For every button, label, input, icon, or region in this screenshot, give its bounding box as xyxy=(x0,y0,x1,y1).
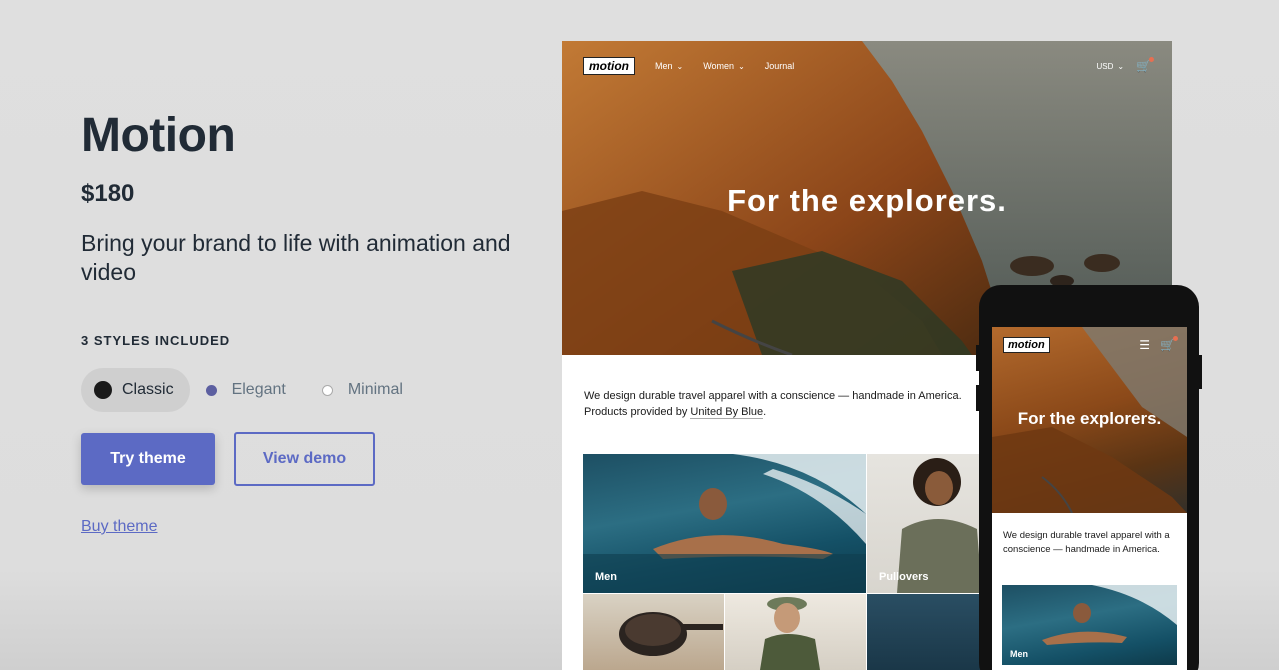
cart-icon[interactable]: 🛒 xyxy=(1136,57,1154,73)
nav-right: USD ⌄ 🛒 xyxy=(1096,57,1154,73)
nav-women-label: Women xyxy=(703,61,735,71)
collection-tile-pullovers[interactable]: Pullovers xyxy=(867,454,987,593)
phone-side-button xyxy=(976,385,979,411)
buy-theme-link[interactable]: Buy theme xyxy=(81,518,157,536)
phone-side-button xyxy=(976,345,979,371)
currency-selector[interactable]: USD ⌄ xyxy=(1096,62,1124,71)
collection-tile-backpacks[interactable] xyxy=(725,594,866,670)
preview-navbar: motion Men ⌄ Women ⌄ Journal USD ⌄ 🛒 xyxy=(583,57,1154,75)
chevron-down-icon: ⌄ xyxy=(1117,61,1125,71)
chevron-down-icon: ⌄ xyxy=(738,61,745,71)
intro-line-2-prefix: Products provided by xyxy=(584,406,691,418)
style-option-elegant[interactable]: Elegant xyxy=(190,368,302,412)
mobile-preview: motion ☰ 🛒 For the explorers. We design … xyxy=(976,285,1202,670)
style-label-elegant: Elegant xyxy=(231,381,286,398)
nav-men-label: Men xyxy=(655,61,673,71)
mobile-tile-men[interactable]: Men xyxy=(1002,585,1177,665)
hamburger-menu-icon[interactable]: ☰ xyxy=(1139,338,1150,352)
nav-journal[interactable]: Journal xyxy=(765,61,795,71)
style-selector: Classic Elegant Minimal xyxy=(81,368,419,412)
intro-line-1: We design durable travel apparel with a … xyxy=(584,390,962,402)
styles-heading: 3 STYLES INCLUDED xyxy=(81,333,231,348)
nav-journal-label: Journal xyxy=(764,61,795,71)
intro-line-2-suffix: . xyxy=(763,406,767,418)
preview-intro: We design durable travel apparel with a … xyxy=(584,388,1004,420)
collection-tile-cookware[interactable] xyxy=(583,594,724,670)
style-option-minimal[interactable]: Minimal xyxy=(302,368,419,412)
mobile-hero: motion ☰ 🛒 For the explorers. xyxy=(992,327,1187,513)
collection-tile-water[interactable] xyxy=(867,594,987,670)
style-label-classic: Classic xyxy=(122,381,174,398)
tile-label-men: Men xyxy=(595,571,617,583)
mobile-hero-heading: For the explorers. xyxy=(1017,409,1162,428)
view-demo-button[interactable]: View demo xyxy=(234,432,375,486)
style-label-minimal: Minimal xyxy=(347,381,403,398)
mobile-intro: We design durable travel apparel with a … xyxy=(1003,530,1170,555)
united-by-blue-link[interactable]: United By Blue xyxy=(690,406,764,419)
tile-label-pullovers: Pullovers xyxy=(879,571,929,583)
hero-heading: For the explorers. xyxy=(727,183,1007,218)
theme-title: Motion xyxy=(81,109,236,162)
cart-icon[interactable]: 🛒 xyxy=(1160,336,1178,352)
mobile-surfer-illustration xyxy=(1042,585,1177,645)
mobile-tile-label: Men xyxy=(1010,649,1028,659)
cart-badge-icon xyxy=(1173,336,1178,341)
preview-logo[interactable]: motion xyxy=(583,57,635,75)
theme-tagline: Bring your brand to life with animation … xyxy=(81,230,511,285)
chevron-down-icon: ⌄ xyxy=(676,61,684,71)
nav-men[interactable]: Men ⌄ xyxy=(655,61,683,71)
theme-price: $180 xyxy=(81,180,135,207)
surfer-illustration xyxy=(583,454,866,593)
elegant-swatch-icon xyxy=(205,384,217,396)
nav-women[interactable]: Women ⌄ xyxy=(703,61,745,71)
mobile-logo[interactable]: motion xyxy=(1003,337,1050,353)
currency-label: USD xyxy=(1096,61,1114,71)
style-option-classic[interactable]: Classic xyxy=(81,368,190,412)
backpacker-illustration xyxy=(760,597,820,670)
mobile-navbar: motion ☰ 🛒 xyxy=(1003,336,1178,353)
phone-side-button xyxy=(1199,355,1202,389)
minimal-swatch-icon xyxy=(321,384,333,396)
phone-screen: motion ☰ 🛒 For the explorers. We design … xyxy=(992,327,1187,670)
collection-tile-men[interactable]: Men xyxy=(583,454,866,593)
classic-swatch-icon xyxy=(94,381,112,399)
intro-line-2: Products provided by United By Blue. xyxy=(584,404,1004,420)
try-theme-button[interactable]: Try theme xyxy=(81,433,215,485)
pan-illustration xyxy=(619,612,723,656)
cart-badge-icon xyxy=(1149,57,1154,62)
